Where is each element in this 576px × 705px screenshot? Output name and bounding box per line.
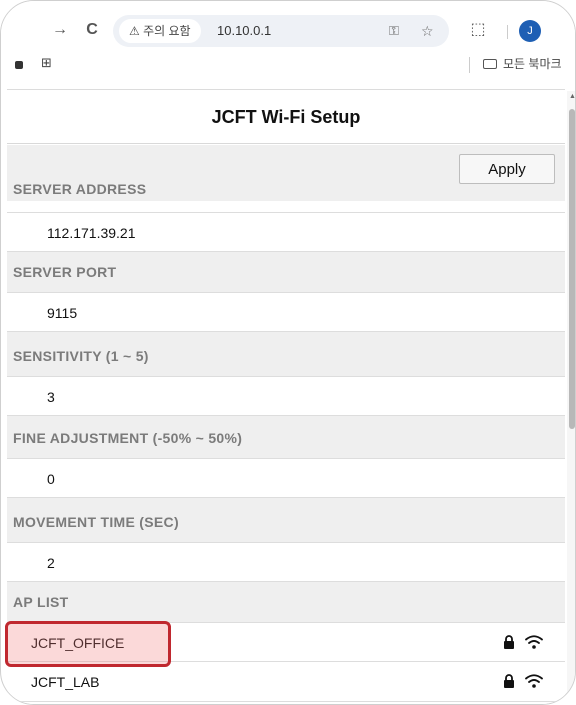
bookmarks-bar: ⊞ 모든 북마크 xyxy=(1,51,575,81)
ap-list-label: AP LIST xyxy=(13,594,69,610)
lock-icon xyxy=(504,635,514,649)
sensitivity-value[interactable]: 3 xyxy=(47,377,55,417)
folder-icon xyxy=(483,59,497,69)
fine-adjustment-field[interactable]: 0 xyxy=(7,458,565,498)
page-title: JCFT Wi-Fi Setup xyxy=(211,107,361,127)
movement-time-value[interactable]: 2 xyxy=(47,543,55,583)
scroll-up-arrow-icon[interactable]: ▲ xyxy=(569,93,575,100)
movement-time-section: MOVEMENT TIME (SEC) xyxy=(7,498,565,542)
sensitivity-section: SENSITIVITY (1 ~ 5) xyxy=(7,332,565,376)
bookmark-star-icon[interactable]: ☆ xyxy=(421,15,434,47)
movement-time-field[interactable]: 2 xyxy=(7,542,565,582)
browser-window: → C ⚠ 주의 요함 10.10.0.1 ⚿ ☆ ⬚ J ⊞ 모든 북마크 J… xyxy=(0,0,576,705)
extensions-icon[interactable]: ⬚ xyxy=(467,19,489,41)
server-port-section: SERVER PORT xyxy=(7,252,565,292)
reload-icon[interactable]: C xyxy=(81,19,103,41)
server-port-label: SERVER PORT xyxy=(13,264,117,280)
ap-name[interactable]: JCFT_LAB xyxy=(31,662,99,702)
address-bar[interactable]: ⚠ 주의 요함 10.10.0.1 ⚿ ☆ xyxy=(113,15,449,47)
forward-icon[interactable]: → xyxy=(49,19,71,41)
toolbar-divider xyxy=(507,25,508,39)
bookmark-square-icon[interactable] xyxy=(15,61,23,69)
server-port-field[interactable]: 9115 xyxy=(7,292,565,332)
page-content: JCFT Wi-Fi Setup SERVER ADDRESS Apply 11… xyxy=(7,89,565,704)
server-port-value[interactable]: 9115 xyxy=(47,293,77,333)
browser-chrome: → C ⚠ 주의 요함 10.10.0.1 ⚿ ☆ ⬚ J ⊞ 모든 북마크 xyxy=(1,1,575,89)
ap-list-item[interactable]: JCFT_OFFICE xyxy=(7,622,565,662)
wifi-icon xyxy=(525,635,543,649)
wifi-icon xyxy=(525,674,543,688)
fine-adjustment-section: FINE ADJUSTMENT (-50% ~ 50%) xyxy=(7,416,565,458)
all-bookmarks-folder[interactable]: 모든 북마크 xyxy=(483,55,562,72)
all-bookmarks-label: 모든 북마크 xyxy=(503,57,562,71)
apps-grid-icon[interactable]: ⊞ xyxy=(41,55,52,71)
ap-list-item[interactable]: JCFT_LAB xyxy=(7,662,565,702)
scrollbar-thumb[interactable] xyxy=(569,109,575,429)
lock-icon xyxy=(504,674,514,688)
bookmarks-divider xyxy=(469,57,470,73)
server-address-field[interactable]: 112.171.39.21 xyxy=(7,212,565,252)
ap-name[interactable]: JCFT_OFFICE xyxy=(31,623,124,663)
movement-time-label: MOVEMENT TIME (SEC) xyxy=(13,514,179,530)
fine-adjustment-label: FINE ADJUSTMENT (-50% ~ 50%) xyxy=(13,430,243,446)
server-address-value[interactable]: 112.171.39.21 xyxy=(47,213,136,253)
security-warning-chip[interactable]: ⚠ 주의 요함 xyxy=(119,19,201,43)
apply-button[interactable]: Apply xyxy=(459,154,555,184)
server-address-label: SERVER ADDRESS xyxy=(13,181,147,197)
browser-toolbar: → C ⚠ 주의 요함 10.10.0.1 ⚿ ☆ ⬚ J xyxy=(1,11,575,51)
ap-list-section: AP LIST xyxy=(7,582,565,622)
page-header: JCFT Wi-Fi Setup xyxy=(7,90,565,144)
fine-adjustment-value[interactable]: 0 xyxy=(47,459,55,499)
sensitivity-label: SENSITIVITY (1 ~ 5) xyxy=(13,348,149,364)
sensitivity-field[interactable]: 3 xyxy=(7,376,565,416)
url-text[interactable]: 10.10.0.1 xyxy=(217,15,271,47)
profile-avatar[interactable]: J xyxy=(519,20,541,42)
password-key-icon[interactable]: ⚿ xyxy=(389,15,399,47)
